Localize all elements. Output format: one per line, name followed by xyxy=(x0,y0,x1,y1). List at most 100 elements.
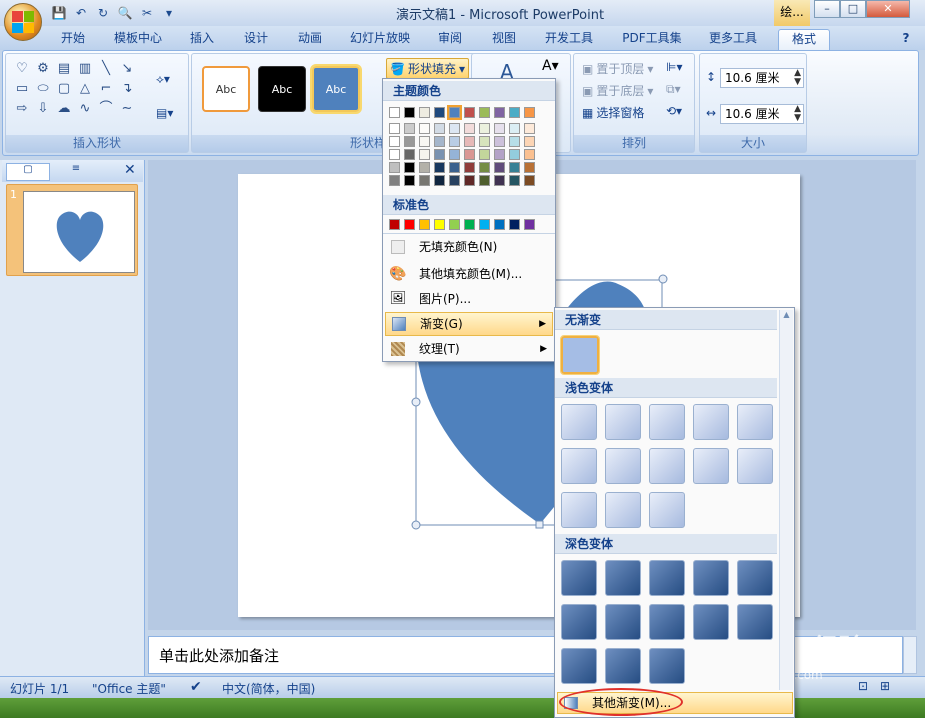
gradient-variant-tile[interactable] xyxy=(605,448,641,484)
theme-color-swatch[interactable] xyxy=(389,107,400,118)
customize-qat-icon[interactable]: ▾ xyxy=(160,4,178,22)
gradient-variant-tile[interactable] xyxy=(737,560,773,596)
group-objects-icon[interactable]: ⧉▾ xyxy=(666,82,681,97)
theme-shade-swatch[interactable] xyxy=(449,162,460,173)
standard-color-swatch[interactable] xyxy=(524,219,535,230)
callout-icon[interactable]: ☁ xyxy=(54,100,74,117)
theme-shade-swatch[interactable] xyxy=(419,123,430,134)
standard-color-swatch[interactable] xyxy=(419,219,430,230)
gradient-variant-tile[interactable] xyxy=(561,604,597,640)
theme-shade-swatch[interactable] xyxy=(389,162,400,173)
no-fill-menu-item[interactable]: 无填充颜色(N) xyxy=(385,235,553,259)
tab-review[interactable]: 审阅 xyxy=(430,29,470,50)
gradient-menu-item[interactable]: 渐变(G) ▶ xyxy=(385,312,553,336)
send-to-back-button[interactable]: ▣ 置于底层 ▾ xyxy=(582,82,653,99)
selection-pane-button[interactable]: ▦ 选择窗格 xyxy=(582,104,644,121)
slides-tab-icon[interactable]: ▢ xyxy=(6,163,50,181)
theme-shade-swatch[interactable] xyxy=(434,175,445,186)
theme-shade-swatch[interactable] xyxy=(464,136,475,147)
theme-shade-swatch[interactable] xyxy=(479,123,490,134)
redo-icon[interactable]: ↻ xyxy=(94,4,112,22)
theme-shade-swatch[interactable] xyxy=(419,175,430,186)
gradient-variant-tile[interactable] xyxy=(561,404,597,440)
theme-shade-swatch[interactable] xyxy=(419,149,430,160)
theme-shade-swatch[interactable] xyxy=(389,175,400,186)
more-fill-colors-menu-item[interactable]: 🎨 其他填充颜色(M)... xyxy=(385,262,553,286)
tab-home[interactable]: 开始 xyxy=(52,29,94,50)
minimize-button[interactable]: – xyxy=(814,0,840,18)
tab-insert[interactable]: 插入 xyxy=(182,29,222,50)
standard-color-swatch[interactable] xyxy=(434,219,445,230)
notes-scrollbar[interactable] xyxy=(903,636,917,674)
theme-shade-swatch[interactable] xyxy=(479,175,490,186)
theme-shade-swatch[interactable] xyxy=(389,149,400,160)
theme-shade-swatch[interactable] xyxy=(509,136,520,147)
gradient-variant-tile[interactable] xyxy=(649,404,685,440)
elbow-connector-icon[interactable]: ⌐ xyxy=(96,80,116,97)
slide-thumbnail[interactable]: 1 xyxy=(6,184,138,276)
theme-shade-swatch[interactable] xyxy=(494,175,505,186)
gradient-variant-tile[interactable] xyxy=(737,448,773,484)
theme-shade-swatch[interactable] xyxy=(449,123,460,134)
theme-shade-swatch[interactable] xyxy=(479,149,490,160)
spinner-icon[interactable]: ▲ ▼ xyxy=(794,69,801,87)
right-arrow-icon[interactable]: ⇨ xyxy=(12,100,32,117)
close-button[interactable]: ✕ xyxy=(866,0,910,18)
theme-shade-swatch[interactable] xyxy=(494,149,505,160)
theme-shade-swatch[interactable] xyxy=(419,162,430,173)
gradient-variant-tile[interactable] xyxy=(737,604,773,640)
gradient-variant-tile[interactable] xyxy=(649,604,685,640)
tab-pdf-tools[interactable]: PDF工具集 xyxy=(614,29,690,50)
texture-menu-item[interactable]: 纹理(T) ▶ xyxy=(385,337,553,361)
down-arrow-icon[interactable]: ⇩ xyxy=(33,100,53,117)
theme-shade-swatch[interactable] xyxy=(434,123,445,134)
theme-shade-swatch[interactable] xyxy=(464,162,475,173)
shape-fill-button[interactable]: 🪣 形状填充 ▾ xyxy=(386,58,469,79)
text-fill-icon[interactable]: A▾ xyxy=(542,58,559,74)
vertical-textbox-icon[interactable]: ▥ xyxy=(75,60,95,77)
theme-shade-swatch[interactable] xyxy=(509,123,520,134)
theme-shade-swatch[interactable] xyxy=(449,175,460,186)
scroll-up-icon[interactable]: ▲ xyxy=(780,310,793,319)
tab-more-tools[interactable]: 更多工具 xyxy=(700,29,766,50)
theme-shade-swatch[interactable] xyxy=(434,162,445,173)
badge-shape-icon[interactable]: ⚙ xyxy=(33,60,53,77)
theme-color-swatch[interactable] xyxy=(419,107,430,118)
maximize-button[interactable]: □ xyxy=(840,0,866,18)
gradient-variant-tile[interactable] xyxy=(649,560,685,596)
fit-slide-icon[interactable]: ⊡ xyxy=(858,679,868,693)
gradient-variant-tile[interactable] xyxy=(693,404,729,440)
arrow-line-icon[interactable]: ↘ xyxy=(117,60,137,77)
theme-shade-swatch[interactable] xyxy=(509,175,520,186)
theme-color-swatch[interactable] xyxy=(494,107,505,118)
theme-color-swatch[interactable] xyxy=(524,107,535,118)
edit-shape-icon[interactable]: ⟡▾ xyxy=(156,72,170,87)
standard-color-swatch[interactable] xyxy=(464,219,475,230)
theme-shade-swatch[interactable] xyxy=(524,175,535,186)
gradient-variant-tile[interactable] xyxy=(561,648,597,684)
theme-shade-swatch[interactable] xyxy=(464,149,475,160)
gradient-variant-tile[interactable] xyxy=(693,448,729,484)
outline-tab-icon[interactable]: ≡ xyxy=(54,163,98,181)
cut-icon[interactable]: ✂ xyxy=(138,4,156,22)
standard-color-swatch[interactable] xyxy=(509,219,520,230)
theme-color-swatch[interactable] xyxy=(464,107,475,118)
gradient-variant-tile[interactable] xyxy=(561,448,597,484)
shape-style-orange-outline[interactable]: Abc xyxy=(202,66,250,112)
theme-shade-swatch[interactable] xyxy=(404,136,415,147)
theme-shade-swatch[interactable] xyxy=(404,149,415,160)
theme-shade-swatch[interactable] xyxy=(524,149,535,160)
theme-shade-swatch[interactable] xyxy=(434,149,445,160)
picture-fill-menu-item[interactable]: 🖼 图片(P)... xyxy=(385,287,553,311)
bring-to-front-button[interactable]: ▣ 置于顶层 ▾ xyxy=(582,60,653,77)
tab-view[interactable]: 视图 xyxy=(484,29,524,50)
gradient-variant-tile[interactable] xyxy=(561,560,597,596)
standard-color-swatch[interactable] xyxy=(389,219,400,230)
tab-format[interactable]: 格式 xyxy=(778,29,830,50)
standard-color-swatch[interactable] xyxy=(494,219,505,230)
theme-color-swatch[interactable] xyxy=(509,107,520,118)
gradient-variant-tile[interactable] xyxy=(605,404,641,440)
scribble-icon[interactable]: ∼ xyxy=(117,100,137,117)
theme-color-swatch[interactable] xyxy=(479,107,490,118)
theme-shade-swatch[interactable] xyxy=(404,162,415,173)
